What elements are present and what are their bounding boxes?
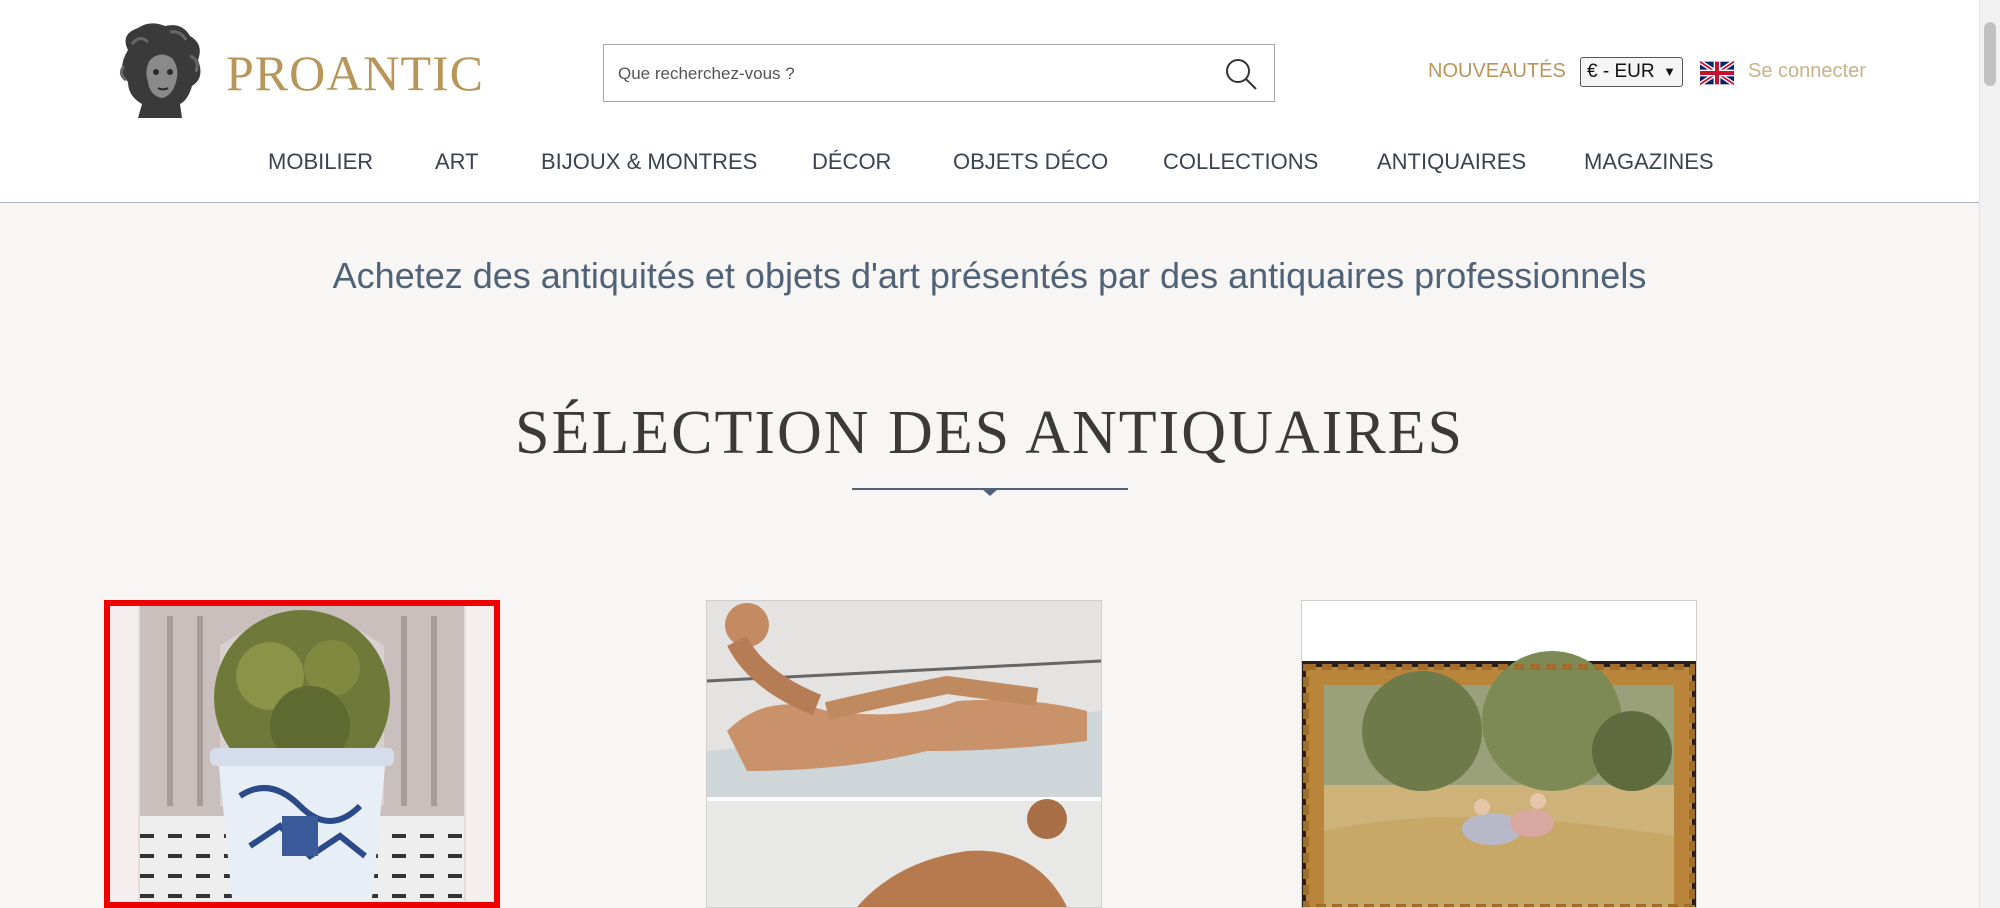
nav-item-bijoux-montres[interactable]: BIJOUX & MONTRES [541, 149, 757, 175]
currency-select[interactable]: € - EUR ▼ [1580, 57, 1683, 87]
nav-item-decor[interactable]: DÉCOR [812, 149, 891, 175]
nav-item-mobilier[interactable]: MOBILIER [268, 149, 373, 175]
nav-item-collections[interactable]: COLLECTIONS [1163, 149, 1318, 175]
logo-text[interactable]: PROANTIC [226, 44, 484, 102]
product-image [707, 601, 1101, 907]
page-scrollbar[interactable] [1979, 0, 2000, 908]
search-input[interactable] [616, 45, 1200, 103]
site-header: PROANTIC NOUVEAUTÉS € - EUR ▼ Se connect… [0, 0, 1979, 203]
scrollbar-thumb[interactable] [1984, 22, 1996, 86]
product-image [110, 606, 494, 902]
search-icon[interactable] [1224, 57, 1258, 91]
uk-flag-icon[interactable] [1700, 61, 1734, 85]
product-image [1302, 601, 1696, 907]
product-card-tapestry[interactable] [1301, 600, 1697, 908]
section-divider [852, 488, 1128, 496]
nav-item-objets-deco[interactable]: OBJETS DÉCO [953, 149, 1108, 175]
product-card-reclining-figure[interactable] [706, 600, 1102, 908]
currency-selected-value: € - EUR [1587, 61, 1655, 82]
main-nav: MOBILIER ART BIJOUX & MONTRES DÉCOR OBJE… [0, 149, 1979, 179]
page-tagline: Achetez des antiquités et objets d'art p… [332, 255, 1647, 296]
nav-item-antiquaires[interactable]: ANTIQUAIRES [1377, 149, 1526, 175]
search-box [603, 44, 1275, 103]
nav-item-art[interactable]: ART [435, 149, 479, 175]
product-card-topiary-planter[interactable] [104, 600, 500, 908]
chevron-down-icon: ▼ [1663, 64, 1676, 79]
nouveautes-link[interactable]: NOUVEAUTÉS [1428, 60, 1566, 83]
logo-bust-icon[interactable] [110, 20, 210, 122]
nav-item-magazines[interactable]: MAGAZINES [1584, 149, 1714, 175]
section-title: SÉLECTION DES ANTIQUAIRES [515, 399, 1464, 467]
login-link[interactable]: Se connecter [1748, 60, 1866, 83]
